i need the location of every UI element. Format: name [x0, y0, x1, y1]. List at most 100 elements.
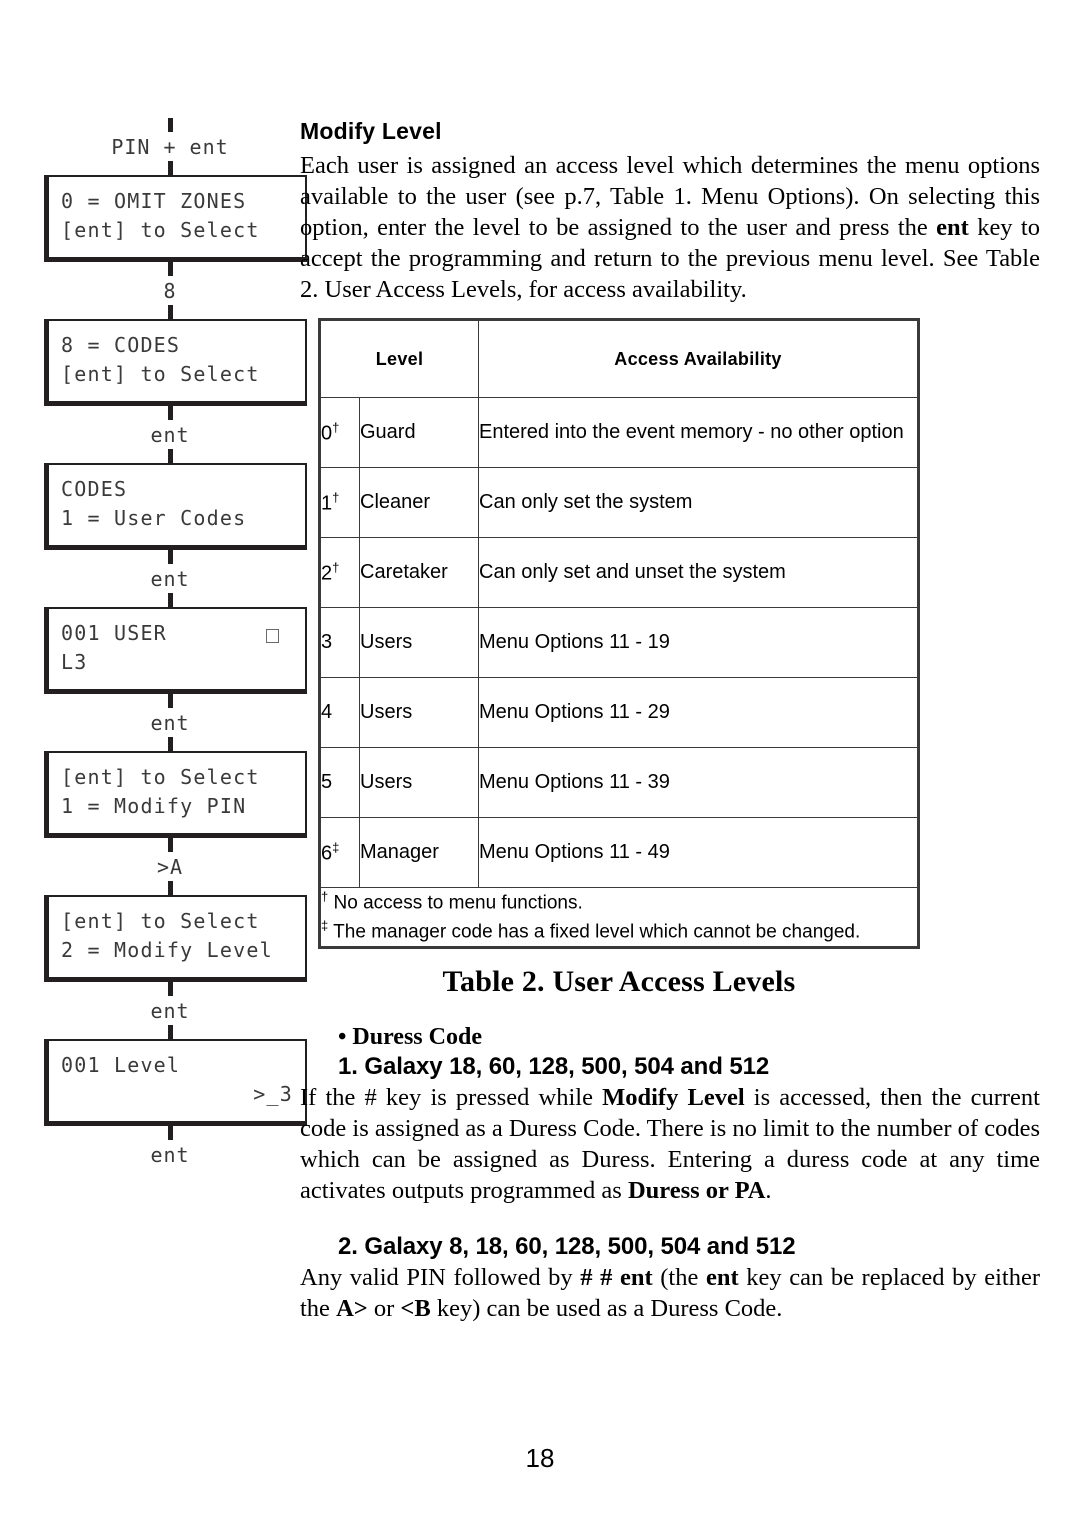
- lcd-line-1-text: [ent] to Select: [61, 765, 260, 789]
- flow-connector: >A: [40, 838, 300, 895]
- table-row: 1† Cleaner Can only set the system: [320, 467, 918, 538]
- cell-level-number: 0†: [320, 397, 360, 468]
- connector-line-bottom: [167, 737, 173, 751]
- connector-line-top: [167, 982, 173, 996]
- connector-line-bottom: [167, 881, 173, 895]
- user-access-levels-table: Level Access Availability 0† Guard Entered…: [318, 318, 920, 949]
- lcd-line-1: 001 Level: [61, 1051, 293, 1080]
- table-row: 5 Users Menu Options 11 - 39: [320, 747, 918, 818]
- duress-code-section: • Duress Code 1. Galaxy 18, 60, 128, 500…: [300, 1024, 1040, 1325]
- duress-hash-hash-ent: # # ent: [580, 1263, 653, 1291]
- page-number: 18: [525, 1443, 555, 1473]
- footnote-line: ‡ The manager code has a fixed level whi…: [321, 917, 917, 946]
- connector-line-top: [167, 694, 173, 708]
- level-number-value: 3: [321, 631, 333, 653]
- access-table-grid: Level Access Availability 0† Guard Entered…: [320, 320, 918, 947]
- intro-text-part1: Each user is assigned an access level wh…: [300, 152, 1040, 241]
- page-title: Modify Level: [300, 118, 442, 144]
- table-row: 0† Guard Entered into the event memory - n…: [320, 397, 918, 468]
- table-body: 0† Guard Entered into the event memory - n…: [320, 397, 918, 888]
- duress-a-key: A>: [336, 1294, 368, 1322]
- lcd-display-box: CODES 1 = User Codes: [44, 463, 307, 550]
- flow-connector: PIN + ent: [40, 118, 300, 175]
- footnote-marker: †: [332, 559, 340, 575]
- flow-connector: ent: [40, 1126, 300, 1169]
- duress-or-pa-ref: Duress or PA: [627, 1176, 766, 1204]
- lcd-line-2: 2 = Modify Level: [61, 938, 273, 962]
- footnote-marker: ‡: [332, 839, 340, 855]
- lcd-display-box: [ent] to Select 2 = Modify Level: [44, 895, 307, 982]
- cell-level-number: 5: [320, 747, 360, 818]
- duress-bullet-heading: • Duress Code: [338, 1024, 482, 1050]
- connector-label: ent: [150, 567, 190, 591]
- intro-paragraph: Each user is assigned an access level wh…: [300, 151, 1040, 306]
- lcd-line-1-text: CODES: [61, 477, 128, 501]
- connector-label: ent: [150, 999, 190, 1023]
- duress-item2-text2: (the: [652, 1263, 706, 1291]
- lcd-line-1: 001 USER: [61, 619, 293, 648]
- duress-item2-paragraph: Any valid PIN followed by # # ent (the e…: [300, 1263, 1040, 1325]
- duress-b-key: <B: [400, 1294, 431, 1322]
- table-caption: Table 2. User Access Levels: [442, 965, 796, 998]
- cell-level-role: Cleaner: [359, 467, 479, 538]
- column-header-level: Level: [320, 320, 479, 398]
- footnote-row: † No access to menu functions. ‡ The mana…: [320, 887, 918, 947]
- lcd-line-2: 1 = User Codes: [61, 506, 247, 530]
- level-number-value: 0: [321, 422, 333, 445]
- footnote-text: No access to menu functions.: [328, 892, 583, 914]
- connector-line-top: [167, 838, 173, 852]
- flow-connector: 8: [40, 262, 300, 319]
- flow-connector: ent: [40, 406, 300, 463]
- duress-ent-key: ent: [705, 1263, 739, 1291]
- lcd-line-1: [ent] to Select: [61, 763, 293, 792]
- connector-line-bottom: [167, 593, 173, 607]
- connector-line-bottom: [167, 449, 173, 463]
- flow-connector: ent: [40, 982, 300, 1039]
- table-row: 6‡ Manager Menu Options 11 - 49: [320, 817, 918, 888]
- cell-level-role: Users: [359, 607, 479, 678]
- lcd-display-box: 001 USER L3: [44, 607, 307, 694]
- duress-item1-heading: 1. Galaxy 18, 60, 128, 500, 504 and 512: [338, 1053, 770, 1080]
- duress-item1-paragraph: If the # key is pressed while Modify Lev…: [300, 1083, 1040, 1207]
- footnote-marker: †: [332, 489, 340, 505]
- lcd-display-box: 0 = OMIT ZONES [ent] to Select: [44, 175, 307, 262]
- lcd-line-1-text: [ent] to Select: [61, 909, 260, 933]
- lcd-line-1-text: 001 USER: [61, 621, 167, 645]
- flow-connector: ent: [40, 694, 300, 751]
- cell-level-role: Manager: [359, 817, 479, 888]
- lcd-display-box: [ent] to Select 1 = Modify PIN: [44, 751, 307, 838]
- footnote-line: † No access to menu functions.: [321, 888, 917, 917]
- connector-label: ent: [150, 711, 190, 735]
- level-number-value: 1: [321, 492, 333, 515]
- table-header-row: Level Access Availability: [320, 320, 918, 398]
- cell-access-availability: Menu Options 11 - 39: [478, 747, 918, 818]
- level-number-value: 2: [321, 562, 333, 585]
- cell-access-availability: Menu Options 11 - 49: [478, 817, 918, 888]
- table-header: Level Access Availability: [320, 320, 918, 398]
- menu-navigation-flowchart: PIN + ent 0 = OMIT ZONES [ent] to Select 8 8…: [40, 118, 307, 1169]
- level-number-value: 6: [321, 842, 333, 865]
- duress-item1-text3: .: [765, 1176, 772, 1204]
- connector-label: >A: [156, 855, 184, 879]
- connector-label: ent: [150, 423, 190, 447]
- duress-item2-text1: Any valid PIN followed by: [300, 1263, 581, 1291]
- lcd-line-1-text: 001 Level: [61, 1053, 181, 1077]
- cell-access-availability: Can only set and unset the system: [478, 537, 918, 608]
- flow-connector: ent: [40, 550, 300, 607]
- footnote-text: The manager code has a fixed level which…: [328, 921, 861, 943]
- column-header-access: Access Availability: [478, 320, 918, 398]
- cell-level-number: 4: [320, 677, 360, 748]
- connector-line-bottom: [167, 161, 173, 175]
- cell-level-number: 3: [320, 607, 360, 678]
- cursor-square-icon: [266, 629, 279, 643]
- connector-line-top: [167, 550, 173, 564]
- cell-level-role: Users: [359, 677, 479, 748]
- cell-level-role: Caretaker: [359, 537, 479, 608]
- duress-item2-text4: or: [367, 1294, 401, 1322]
- lcd-line-1: 0 = OMIT ZONES: [61, 187, 293, 216]
- cell-level-number: 2†: [320, 537, 360, 608]
- footnote-marker: †: [332, 419, 340, 435]
- level-number-value: 5: [321, 771, 333, 793]
- table-row: 4 Users Menu Options 11 - 29: [320, 677, 918, 748]
